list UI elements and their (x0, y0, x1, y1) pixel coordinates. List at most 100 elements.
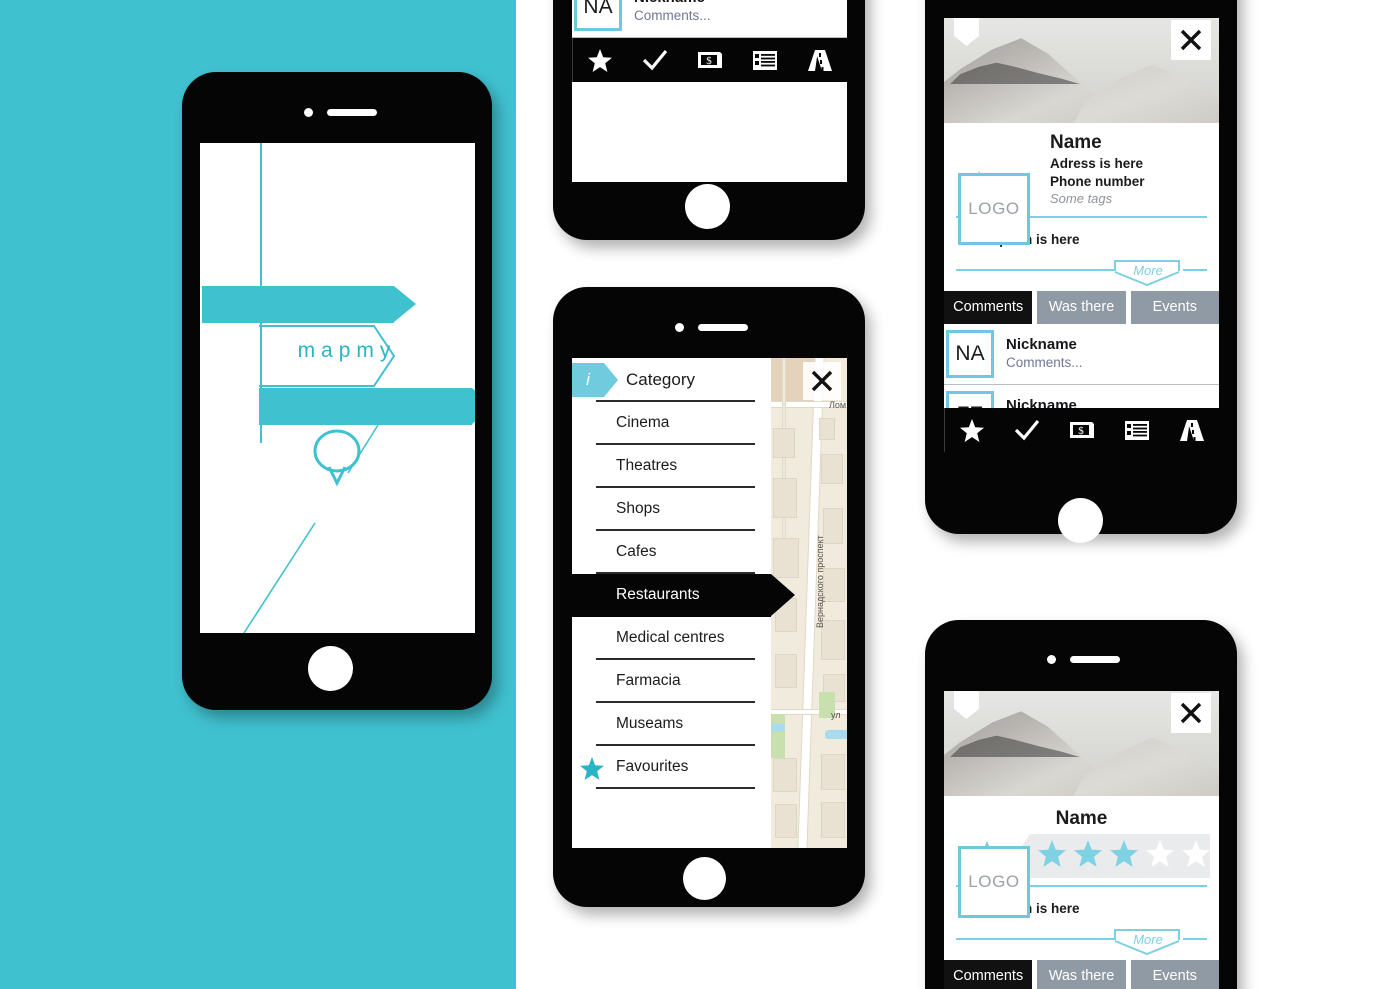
category-list: i Category Cinema Theatres Shops Cafes R… (572, 358, 795, 848)
avatar: NA (946, 329, 994, 378)
category-item-label: Theatres (616, 457, 678, 474)
comment-nickname: Nickname (1006, 335, 1077, 353)
map-label-street-bottom: ул (831, 710, 841, 720)
category-item-cinema[interactable]: Cinema (572, 402, 771, 445)
comment-text: Nickname Comments... (622, 0, 711, 25)
app-logo-text: mapmy (297, 339, 397, 362)
more-line-right (1183, 938, 1207, 940)
avatar: NA (574, 0, 622, 31)
category-item-label: Cinema (616, 414, 670, 431)
check-icon[interactable] (642, 47, 668, 73)
comment-body: Comments... (634, 8, 711, 24)
category-item-label: Restaurants (616, 586, 700, 603)
category-header-label: Category (626, 370, 695, 389)
category-item-favourites[interactable]: Favourites (572, 746, 771, 789)
category-item-farmacia[interactable]: Farmacia (572, 660, 771, 703)
category-item-label: Favourites (616, 758, 689, 775)
star-icon[interactable] (1145, 840, 1174, 872)
avatar: FE (946, 390, 994, 408)
category-item-cafes[interactable]: Cafes (572, 531, 771, 574)
home-button[interactable] (685, 184, 730, 229)
place-detail-body: LOGO 3 Name Adress is here Phone number … (944, 123, 1219, 287)
camera-dot-icon (675, 323, 684, 332)
phone-comments-screen: More Comments Was there Events NA Nickna… (553, 0, 865, 240)
road-icon[interactable] (807, 47, 833, 73)
home-button[interactable] (683, 857, 726, 900)
category-item-label: Museams (616, 715, 684, 732)
speaker-bar-icon (1070, 656, 1120, 663)
svg-text:$: $ (1078, 425, 1084, 437)
star-icon[interactable] (1037, 840, 1066, 872)
list-icon[interactable] (1124, 417, 1150, 443)
place-info: Name Adress is here Phone number Some ta… (1050, 131, 1209, 209)
star-icon[interactable] (1073, 840, 1102, 872)
rating-body: LOGO Name 3 (944, 796, 1219, 956)
place-logo: LOGO (958, 173, 1030, 245)
hero-image (944, 691, 1219, 796)
comment-row[interactable]: NA Nickname Comments... (944, 323, 1219, 385)
place-address: Adress is here (1050, 155, 1144, 171)
phone-rating-screen: LOGO Name 3 (925, 620, 1237, 989)
category-item-theatres[interactable]: Theatres (572, 445, 771, 488)
star-icon[interactable] (587, 47, 613, 73)
home-button[interactable] (1058, 498, 1103, 543)
camera-dot-icon (304, 108, 313, 117)
phone-category-screen: Вернадского проспект Лом ул i Category C… (553, 287, 865, 907)
category-item-restaurants[interactable]: Restaurants (572, 573, 795, 617)
more-line-right (1183, 268, 1207, 271)
more-expand-row[interactable]: More (956, 929, 1207, 956)
map-label-avenue: Вернадского проспект (815, 535, 825, 628)
splash-ribbon-top (202, 286, 416, 323)
money-icon[interactable]: $ (1069, 417, 1095, 443)
phone-place-detail-screen: LOGO 3 Name Adress is here Phone number … (925, 0, 1237, 543)
phone-splash-screen: mapmy (182, 72, 492, 710)
close-icon[interactable] (1171, 693, 1211, 733)
chevron-down-icon (1114, 940, 1180, 956)
star-icon[interactable] (1109, 840, 1138, 872)
place-name: Name (1050, 132, 1102, 153)
info-icon[interactable]: i (572, 363, 618, 397)
category-item-medical-centres[interactable]: Medical centres (572, 617, 771, 660)
close-icon[interactable] (803, 362, 841, 400)
comment-row[interactable]: FE Nickname Comments... (944, 384, 1219, 408)
comment-nickname: Nickname (1006, 396, 1077, 408)
tab-was-there[interactable]: Was there (1037, 290, 1126, 324)
bottom-toolbar: $ (572, 38, 847, 82)
road-icon[interactable] (1179, 417, 1205, 443)
category-screen-content: Вернадского проспект Лом ул i Category C… (572, 358, 847, 848)
category-item-label: Shops (616, 500, 660, 517)
place-logo: LOGO (958, 846, 1030, 918)
star-icon[interactable] (1181, 840, 1210, 872)
comment-text: Nickname Comments... (994, 336, 1083, 372)
check-icon[interactable] (1014, 417, 1040, 443)
category-item-shops[interactable]: Shops (572, 488, 771, 531)
comment-row[interactable]: NA Nickname Comments... (572, 0, 847, 38)
splash-screen-content: mapmy (200, 143, 475, 633)
category-item-museams[interactable]: Museams (572, 703, 771, 746)
tab-events[interactable]: Events (1130, 290, 1219, 324)
tab-comments[interactable]: Comments (944, 960, 1033, 989)
hero-image (944, 18, 1219, 123)
place-phone: Phone number (1050, 173, 1145, 189)
tab-events[interactable]: Events (1130, 960, 1219, 989)
speaker-bar-icon (698, 324, 748, 331)
tab-comments[interactable]: Comments (944, 290, 1033, 324)
list-icon[interactable] (752, 47, 778, 73)
money-icon[interactable]: $ (697, 47, 723, 73)
star-icon (580, 756, 604, 785)
category-item-label: Medical centres (616, 629, 725, 646)
star-icon[interactable] (959, 417, 985, 443)
map-label-street-top: Лом (829, 400, 847, 410)
close-icon[interactable] (1171, 20, 1211, 60)
place-name: Name (1055, 808, 1108, 829)
comment-text: Nickname Comments... (994, 397, 1083, 408)
more-expand-row[interactable]: More (956, 259, 1207, 287)
home-button[interactable] (308, 646, 353, 691)
map-pin-icon (307, 425, 367, 492)
tab-was-there[interactable]: Was there (1037, 960, 1126, 989)
rating-stars[interactable] (1015, 834, 1210, 878)
category-header: i Category (572, 358, 771, 398)
more-line-left (956, 938, 1116, 940)
screenshot-root: mapmy More (0, 0, 1400, 989)
comment-body: Comments... (1006, 354, 1083, 370)
